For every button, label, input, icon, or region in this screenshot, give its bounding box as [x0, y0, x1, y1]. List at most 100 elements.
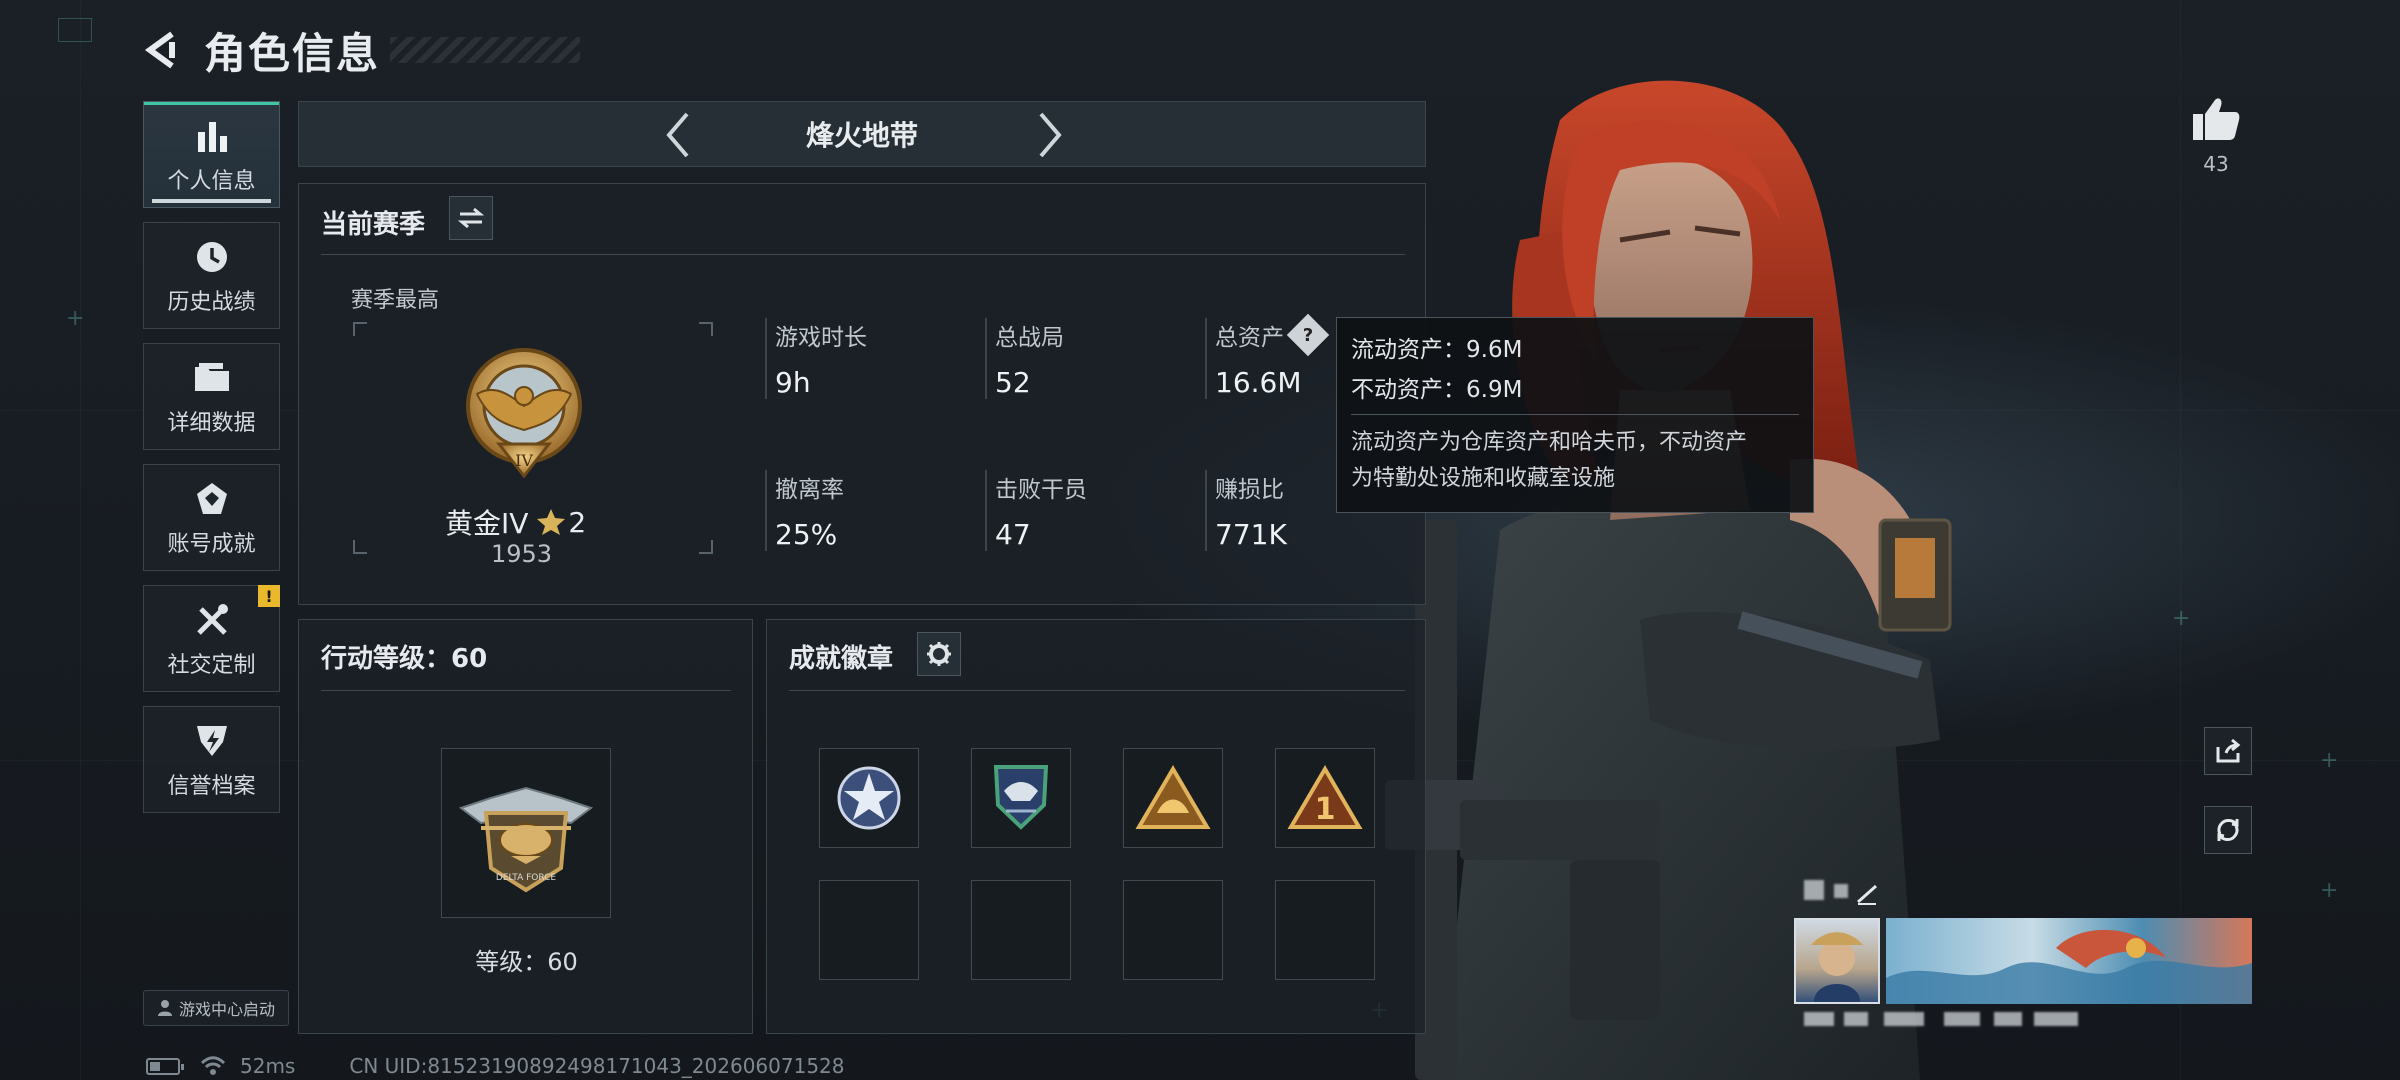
emblem-text: DELTA FORCE	[496, 873, 557, 883]
game-center-button[interactable]: 游戏中心启动	[143, 990, 289, 1026]
tooltip-desc-1: 流动资产为仓库资产和哈夫币，不动资产	[1351, 430, 1748, 455]
nav-item-detailed-data[interactable]: 详细数据	[143, 343, 280, 450]
stat-total-assets: 总资产 16.6M	[1205, 318, 1302, 399]
helicopter-emblem-icon: DELTA FORCE	[458, 786, 594, 893]
profile-card[interactable]	[1794, 880, 2252, 1030]
uid-text: CN UID:81523190892498171043_202606071528	[349, 1054, 845, 1078]
edit-icon	[1857, 884, 1877, 905]
eagle-crest-icon	[993, 765, 1049, 830]
battery-icon	[146, 1057, 184, 1075]
badge-settings-button[interactable]	[917, 632, 961, 676]
back-button[interactable]	[140, 28, 184, 72]
badge-slot-empty[interactable]	[1275, 880, 1375, 980]
stat-label: 撤离率	[775, 477, 844, 503]
profile-banner	[1886, 918, 2252, 1004]
rank-score: 1953	[491, 540, 553, 568]
rank-stars: 2	[568, 505, 587, 539]
stat-label: 总战局	[995, 325, 1064, 351]
rank-emblem: IV	[459, 344, 589, 488]
stat-profit-ratio: 赚损比 771K	[1205, 470, 1287, 551]
stat-play-time: 游戏时长 9h	[765, 318, 867, 399]
action-level-emblem-frame: DELTA FORCE	[441, 748, 611, 918]
season-title: 当前赛季	[321, 210, 426, 240]
nav-label: 账号成就	[167, 531, 256, 557]
tooltip-liquid: 流动资产：9.6M	[1351, 337, 1523, 363]
action-level-value: 等级：60	[475, 948, 578, 976]
nav-item-credit[interactable]: 信誉档案	[143, 706, 280, 813]
game-center-label: 游戏中心启动	[178, 1000, 275, 1019]
assets-tooltip: 流动资产：9.6M 不动资产：6.9M 流动资产为仓库资产和哈夫币，不动资产 为…	[1336, 317, 1814, 513]
star-emblem-icon	[837, 766, 901, 830]
nav-label: 个人信息	[167, 168, 256, 194]
stat-value: 52	[995, 366, 1031, 399]
action-level-panel: 行动等级：60 DELTA FORCE 等级：60	[298, 619, 753, 1034]
help-icon[interactable]: ?	[1286, 313, 1330, 357]
stat-label: 击败干员	[995, 477, 1087, 503]
bar-chart-icon	[197, 121, 227, 152]
nav-label: 详细数据	[167, 410, 256, 436]
season-best-label: 赛季最高	[351, 288, 440, 313]
stat-label: 游戏时长	[775, 325, 867, 351]
side-nav: 个人信息 历史战绩 详细数据 账号成就 ! 社交定制 信誉档案	[143, 101, 280, 827]
badge-slot-empty[interactable]	[1123, 880, 1223, 980]
page-header: 角色信息	[140, 22, 581, 78]
badge-slot[interactable]	[819, 748, 919, 848]
decor-plus: +	[2320, 748, 2339, 773]
alert-badge: !	[258, 585, 280, 607]
stat-extract-rate: 撤离率 25%	[765, 470, 844, 551]
tools-icon	[196, 603, 228, 635]
status-bar: 52ms CN UID:81523190892498171043_2026060…	[146, 1054, 845, 1078]
page-title: 角色信息	[204, 28, 381, 78]
refresh-icon	[2217, 819, 2239, 841]
like-count: 43	[2203, 152, 2229, 176]
thumbs-up-icon	[2193, 98, 2240, 140]
nav-item-personal-info[interactable]: 个人信息	[143, 101, 280, 208]
like-widget[interactable]: 43	[2186, 96, 2246, 176]
decor-plus: +	[2320, 878, 2339, 903]
gold-triangle-one-icon: 1	[1287, 765, 1363, 829]
nav-item-history[interactable]: 历史战绩	[143, 222, 280, 329]
mode-prev-button[interactable]	[655, 112, 701, 158]
user-icon	[157, 1000, 172, 1016]
gold-eagle-rank-icon: IV	[466, 348, 582, 479]
badges-panel: 成就徽章 1	[766, 619, 1426, 1034]
nav-label: 历史战绩	[167, 289, 256, 315]
stat-value: 47	[995, 518, 1031, 551]
refresh-button[interactable]	[2204, 806, 2252, 854]
badge-slot-empty[interactable]	[971, 880, 1071, 980]
badge-slot-empty[interactable]	[819, 880, 919, 980]
title-decor	[390, 37, 581, 63]
badge-slot[interactable]	[971, 748, 1071, 848]
stat-value: 25%	[775, 518, 838, 551]
ping-value: 52ms	[240, 1054, 296, 1078]
back-arrow-icon	[144, 31, 175, 69]
mode-title: 烽火地带	[805, 119, 918, 152]
nav-label: 社交定制	[167, 652, 256, 678]
share-button[interactable]	[2204, 727, 2252, 775]
stat-value: 771K	[1215, 518, 1287, 551]
stat-total-matches: 总战局 52	[985, 318, 1064, 399]
tooltip-desc-2: 为特勤处设施和收藏室设施	[1351, 466, 1616, 491]
nav-label: 信誉档案	[167, 773, 256, 799]
stat-value: 16.6M	[1215, 366, 1302, 399]
badges-title: 成就徽章	[789, 644, 894, 674]
badge-slot[interactable]: 1	[1275, 748, 1375, 848]
share-icon	[2216, 738, 2241, 763]
mode-next-button[interactable]	[1027, 112, 1073, 158]
decor-plus: +	[2172, 606, 2191, 631]
swap-icon	[458, 207, 484, 229]
badge-numeral: 1	[1315, 792, 1336, 827]
stat-value: 9h	[775, 366, 811, 399]
action-level-title: 行动等级：60	[321, 644, 488, 674]
season-switch-button[interactable]	[449, 196, 493, 240]
badge-slot[interactable]	[1123, 748, 1223, 848]
avatar	[1794, 918, 1880, 1004]
tooltip-fixed: 不动资产：6.9M	[1351, 377, 1523, 403]
nav-item-social-custom[interactable]: ! 社交定制	[143, 585, 280, 692]
folder-icon	[194, 362, 229, 391]
wifi-icon	[200, 1056, 226, 1075]
rank-emblem-numeral: IV	[515, 451, 533, 470]
nav-item-achievements[interactable]: 账号成就	[143, 464, 280, 571]
stat-label: 赚损比	[1215, 477, 1284, 503]
decor-frame	[58, 18, 92, 42]
